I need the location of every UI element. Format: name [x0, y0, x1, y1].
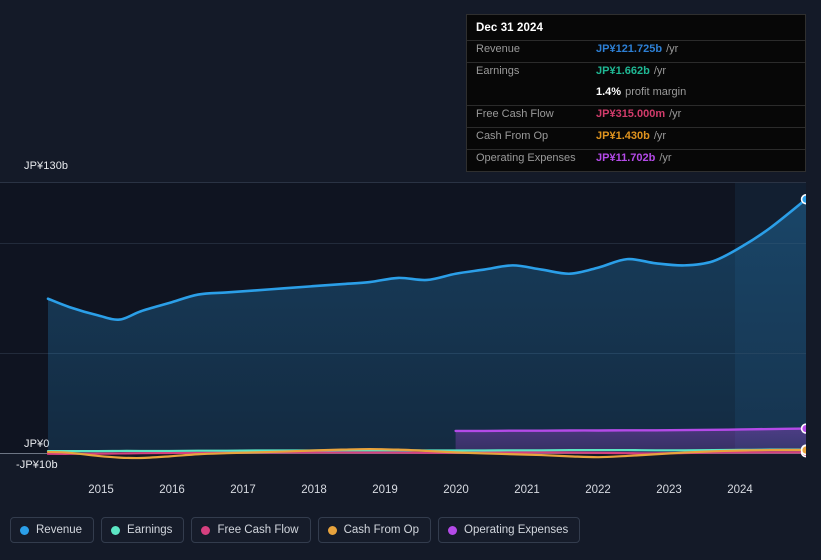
- tooltip-unit-profit-margin: profit margin: [625, 86, 687, 98]
- tooltip-unit-cash-from-op: /yr: [653, 130, 667, 142]
- tooltip-value-free-cash-flow: JP¥315.000m: [596, 108, 666, 120]
- tooltip-value-revenue: JP¥121.725b: [596, 43, 663, 55]
- legend-dot-revenue-icon: [20, 525, 29, 535]
- financial-chart: JP¥130b JP¥0 -JP¥10b 2015 2016 2017 2018…: [0, 0, 821, 560]
- tooltip-unit-free-cash-flow: /yr: [669, 108, 682, 120]
- tooltip-row-revenue: Revenue JP¥121.725b /yr: [467, 40, 805, 62]
- legend-label-earnings: Earnings: [127, 524, 173, 536]
- legend-item-earnings[interactable]: Earnings: [101, 517, 185, 543]
- legend-dot-cash-from-op-icon: [327, 525, 337, 535]
- tooltip-date: Dec 31 2024: [476, 22, 543, 34]
- tooltip-value-profit-margin: 1.4%: [596, 86, 622, 98]
- legend-label-revenue: Revenue: [36, 524, 83, 536]
- tooltip-unit-operating-expenses: /yr: [659, 152, 672, 164]
- legend-label-operating-expenses: Operating Expenses: [464, 524, 569, 536]
- tooltip-unit-revenue: /yr: [666, 43, 679, 55]
- tooltip-value-earnings: JP¥1.662b: [596, 65, 650, 77]
- tooltip-label-earnings: Earnings: [476, 65, 520, 77]
- data-tooltip: Dec 31 2024 Revenue JP¥121.725b /yr Earn…: [466, 14, 806, 172]
- tooltip-label-operating-expenses: Operating Expenses: [476, 152, 576, 164]
- tooltip-value-cash-from-op: JP¥1.430b: [596, 130, 650, 142]
- tooltip-row-earnings: Earnings JP¥1.662b /yr: [467, 62, 805, 84]
- legend-label-cash-from-op: Cash From Op: [343, 524, 420, 536]
- legend-label-free-cash-flow: Free Cash Flow: [217, 524, 299, 536]
- chart-legend: Revenue Earnings Free Cash Flow Cash Fro…: [10, 517, 581, 543]
- tooltip-row-profit-margin: 1.4% profit margin: [467, 84, 805, 105]
- tooltip-label-cash-from-op: Cash From Op: [476, 130, 549, 142]
- tooltip-row-cash-from-op: Cash From Op JP¥1.430b /yr: [467, 127, 805, 149]
- legend-item-free-cash-flow[interactable]: Free Cash Flow: [191, 517, 311, 543]
- tooltip-unit-earnings: /yr: [653, 65, 667, 77]
- legend-item-operating-expenses[interactable]: Operating Expenses: [438, 517, 581, 543]
- tooltip-value-operating-expenses: JP¥11.702b: [596, 152, 656, 164]
- tooltip-label-free-cash-flow: Free Cash Flow: [476, 108, 554, 120]
- legend-dot-free-cash-flow-icon: [201, 525, 211, 535]
- legend-dot-operating-expenses-icon: [448, 525, 458, 535]
- legend-item-cash-from-op[interactable]: Cash From Op: [317, 517, 432, 543]
- tooltip-row-operating-expenses: Operating Expenses JP¥11.702b /yr: [467, 149, 805, 171]
- tooltip-row-free-cash-flow: Free Cash Flow JP¥315.000m /yr: [467, 105, 805, 127]
- area-revenue: [48, 199, 806, 453]
- legend-dot-earnings-icon: [111, 525, 121, 535]
- tooltip-label-revenue: Revenue: [476, 43, 521, 55]
- legend-item-revenue[interactable]: Revenue: [10, 517, 95, 543]
